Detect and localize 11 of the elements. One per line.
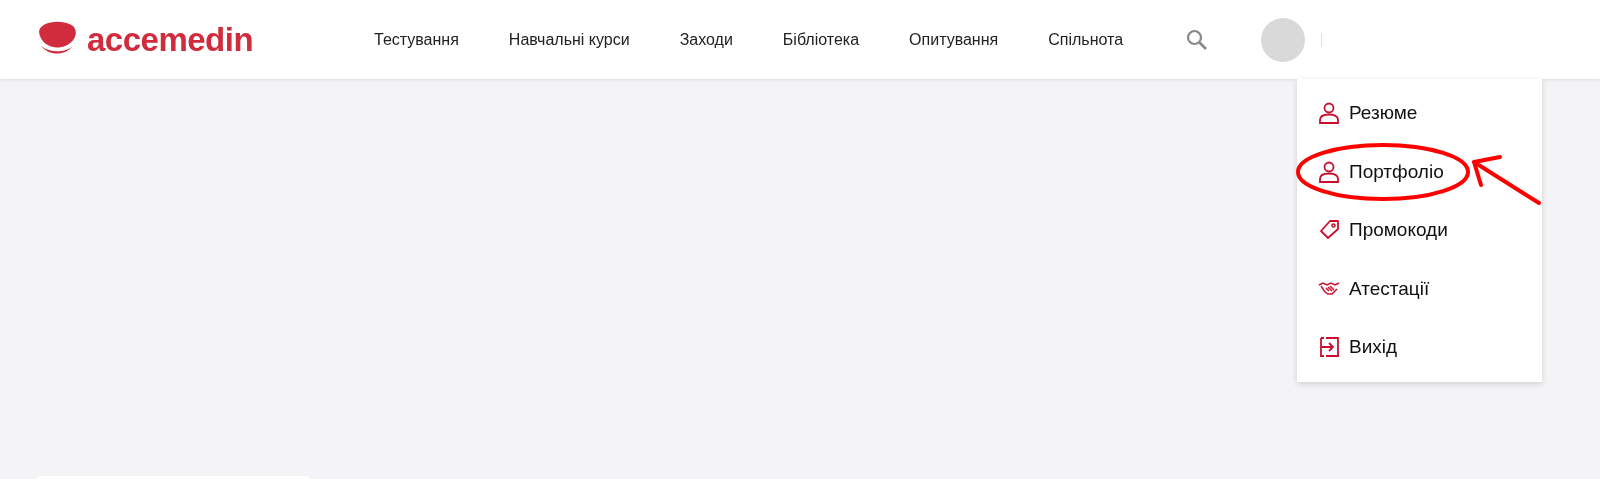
menu-item[interactable]: Вихід [1349, 333, 1398, 362]
menu-item[interactable]: Атестації [1349, 274, 1430, 303]
menu-item[interactable]: Промокоди [1349, 216, 1448, 245]
nav-link[interactable]: Заходи [679, 27, 733, 52]
nav-link[interactable]: Тестування [374, 27, 459, 52]
nav-link[interactable]: Навчальні курси [508, 27, 630, 52]
nav-link[interactable]: Бібліотека [782, 27, 860, 52]
nav-link[interactable]: Спільнота [1048, 27, 1124, 52]
logo-text: accemedin [87, 23, 254, 56]
menu-item[interactable]: Резюме [1349, 99, 1418, 128]
nav-link[interactable]: Опитування [909, 27, 999, 52]
